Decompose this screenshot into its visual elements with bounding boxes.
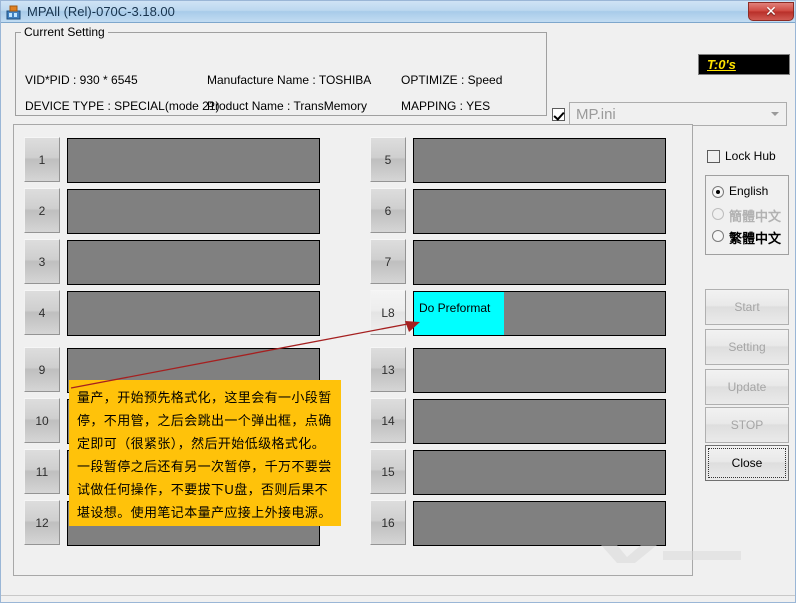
slot-row: 6 [370,188,670,235]
radio-icon [712,230,724,242]
slot-button-12[interactable]: 12 [24,500,60,545]
slot-button-14[interactable]: 14 [370,398,406,443]
slot-button-1[interactable]: 1 [24,137,60,182]
ini-enable-checkbox[interactable] [552,108,565,121]
watermark [597,541,747,569]
chevron-down-icon[interactable] [766,105,784,123]
slot-row: L8 Do Preformat [370,290,670,337]
slot-status-cell-14 [413,399,666,444]
language-radio-label: English [729,184,769,198]
stop-button: STOP [705,407,789,443]
slot-status-text: Do Preformat [419,301,491,315]
lock-hub-checkbox[interactable]: Lock Hub [707,149,787,165]
slot-row: 7 [370,239,670,286]
manufacture-name-value: Manufacture Name : TOSHIBA [207,73,372,87]
slot-button-13[interactable]: 13 [370,347,406,392]
annotation-callout: 量产，开始预先格式化，这里会有一小段暂停，不用管，之后会跳出一个弹出框，点确定即… [69,380,341,526]
mapping-value: MAPPING : YES [401,99,491,113]
ini-file-combobox[interactable]: MP.ini [569,102,787,126]
slot-button-3[interactable]: 3 [24,239,60,284]
slot-status-cell-6 [413,189,666,234]
slot-row: 1 [24,137,324,184]
slot-button-4[interactable]: 4 [24,290,60,335]
slot-button-16[interactable]: 16 [370,500,406,545]
device-type-value: DEVICE TYPE : SPECIAL(mode 21) [25,99,220,113]
slot-status-cell-1 [67,138,320,183]
app-icon [6,5,21,20]
slot-button-11[interactable]: 11 [24,449,60,494]
slot-status-cell-5 [413,138,666,183]
language-group: English 簡體中文繁體中文 [705,175,789,255]
test-counter-value: T:0's [707,57,736,72]
slot-row: 15 [370,449,670,496]
language-radio-label: 簡體中文 [729,209,782,224]
slot-status-cell-3 [67,240,320,285]
close-icon: ✕ [765,3,777,19]
slot-row: 2 [24,188,324,235]
start-button: Start [705,289,789,325]
slot-status-cell-15 [413,450,666,495]
radio-icon [712,186,724,198]
ini-file-value: MP.ini [576,106,616,123]
optimize-value: OPTIMIZE : Speed [401,73,503,87]
slot-status-cell-16 [413,501,666,546]
radio-icon [712,208,724,220]
slot-row: 3 [24,239,324,286]
slot-button-6[interactable]: 6 [370,188,406,233]
slot-status-cell-4 [67,291,320,336]
current-setting-legend: Current Setting [21,25,108,39]
language-radio-3[interactable]: 繁體中文 [712,226,788,246]
lock-hub-box [707,150,720,163]
product-name-value: Product Name : TransMemory [207,99,368,113]
slot-button-10[interactable]: 10 [24,398,60,443]
language-radio-1[interactable]: English [712,182,788,202]
title-bar: MPAll (Rel)-070C-3.18.00 ✕ [1,1,795,23]
close-button[interactable]: Close [705,445,789,481]
slot-row: 16 [370,500,670,547]
application-window: MPAll (Rel)-070C-3.18.00 ✕ Current Setti… [0,0,796,603]
slot-button-L8[interactable]: L8 [370,290,406,335]
language-radio-2: 簡體中文 [712,204,788,224]
slot-row: 4 [24,290,324,337]
setting-button: Setting [705,329,789,365]
slot-status-cell-7 [413,240,666,285]
update-button: Update [705,369,789,405]
slot-row: 14 [370,398,670,445]
slot-row: 5 [370,137,670,184]
window-title: MPAll (Rel)-070C-3.18.00 [27,4,175,19]
slot-button-7[interactable]: 7 [370,239,406,284]
lock-hub-label: Lock Hub [725,149,776,163]
vid-pid-value: VID*PID : 930 * 6545 [25,73,138,87]
slot-status-cell-13 [413,348,666,393]
slot-button-9[interactable]: 9 [24,347,60,392]
slot-button-5[interactable]: 5 [370,137,406,182]
slot-row: 13 [370,347,670,394]
slot-status-cell-2 [67,189,320,234]
language-radio-label: 繁體中文 [729,231,782,246]
status-bar: Testing Counter: Total=1 ** Pass=0 ** Fa… [1,595,795,602]
slot-status-cell-L8: Do Preformat [413,291,666,336]
annotation-text: 量产，开始预先格式化，这里会有一小段暂停，不用管，之后会跳出一个弹出框，点确定即… [77,390,332,520]
slot-button-2[interactable]: 2 [24,188,60,233]
window-close-button[interactable]: ✕ [748,2,794,21]
test-counter-display: T:0's [698,54,790,75]
slot-button-15[interactable]: 15 [370,449,406,494]
